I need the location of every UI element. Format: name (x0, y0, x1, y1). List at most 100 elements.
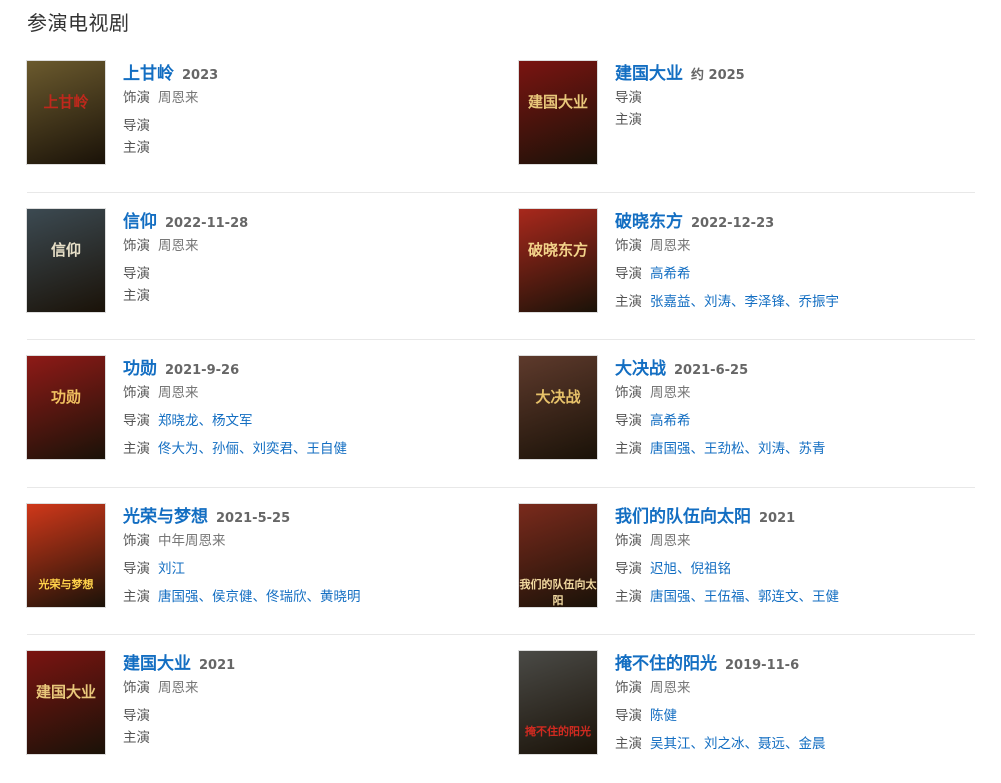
poster-title: 掩不住的阳光 (525, 725, 591, 738)
cast-links[interactable]: 唐国强、侯京健、佟瑞欣、黄晓明 (158, 589, 361, 605)
series-card: 信仰 信仰 2022-11-28 饰演 周恩来 导演 主演 (27, 208, 482, 313)
series-card: 掩不住的阳光 掩不住的阳光 2019-11-6 饰演 周恩来 导演 陈健 主演 吴其江、… (519, 651, 974, 755)
director-label: 导演 (123, 708, 150, 724)
series-poster[interactable]: 建国大业 (27, 651, 105, 754)
cast-label: 主演 (123, 140, 150, 156)
poster-title: 上甘岭 (43, 93, 89, 111)
director-label: 导演 (123, 118, 150, 134)
role-label: 饰演 (615, 237, 642, 254)
series-date: 2021-5-25 (216, 510, 291, 526)
series-card: 功勋 功勋 2021-9-26 饰演 周恩来 导演 郑晓龙、杨文军 主演 佟大为、孙俪、… (27, 356, 482, 460)
series-card: 建国大业 建国大业 2021 饰演 周恩来 导演 主演 (27, 651, 482, 755)
series-date: 约 2025 (691, 68, 745, 83)
cast-label: 主演 (123, 588, 150, 605)
director-link[interactable]: 刘江 (158, 561, 185, 577)
role-label: 饰演 (123, 90, 150, 106)
cast-label: 主演 (123, 730, 150, 746)
series-date: 2021 (199, 658, 236, 673)
cast-links[interactable]: 张嘉益、刘涛、李泽锋、乔振宇 (650, 294, 839, 310)
tv-series-grid: 上甘岭 上甘岭 2023 饰演 周恩来 导演 主演 建国大业 建国大业约 2025 … (27, 45, 975, 783)
series-poster[interactable]: 功勋 (27, 356, 105, 459)
director-label: 导演 (123, 413, 150, 429)
series-title-link[interactable]: 我们的队伍向太阳 (615, 507, 751, 527)
card-row: 光荣与梦想 光荣与梦想 2021-5-25 饰演 中年周恩来 导演 刘江 主演 唐国强、… (27, 488, 975, 635)
series-date: 2023 (182, 68, 219, 83)
series-title-link[interactable]: 功勋 (123, 359, 157, 379)
role-value: 周恩来 (158, 385, 199, 401)
series-title-link[interactable]: 光荣与梦想 (123, 507, 208, 527)
poster-title: 大决战 (535, 388, 581, 406)
series-poster[interactable]: 大决战 (519, 356, 597, 459)
director-label: 导演 (615, 265, 642, 282)
series-title-link[interactable]: 信仰 (123, 212, 157, 232)
poster-title: 我们的队伍向太阳 (519, 577, 597, 607)
director-link[interactable]: 高希希 (650, 413, 691, 429)
series-title-link[interactable]: 掩不住的阳光 (615, 654, 717, 674)
cast-links[interactable]: 吴其江、刘之冰、聂远、金晨 (650, 736, 826, 752)
director-link[interactable]: 陈健 (650, 708, 677, 724)
series-poster[interactable]: 我们的队伍向太阳 (519, 503, 597, 607)
cast-links[interactable]: 佟大为、孙俪、刘奕君、王自健 (158, 441, 347, 457)
cast-label: 主演 (123, 441, 150, 457)
role-value: 周恩来 (650, 385, 691, 401)
director-link[interactable]: 迟旭、倪祖铭 (650, 561, 731, 577)
poster-title: 建国大业 (35, 683, 96, 701)
role-label: 饰演 (123, 532, 150, 549)
series-poster[interactable]: 建国大业 (519, 61, 597, 164)
series-title-link[interactable]: 建国大业 (615, 64, 683, 84)
role-value: 周恩来 (650, 237, 691, 254)
poster-title: 光荣与梦想 (38, 577, 94, 591)
director-label: 导演 (615, 90, 642, 106)
director-link[interactable]: 郑晓龙、杨文军 (158, 413, 253, 429)
role-label: 饰演 (123, 237, 150, 254)
poster-title: 功勋 (50, 388, 81, 406)
role-value: 周恩来 (650, 532, 691, 549)
role-value: 周恩来 (158, 680, 199, 696)
role-label: 饰演 (123, 385, 150, 401)
cast-label: 主演 (123, 287, 150, 304)
card-row: 上甘岭 上甘岭 2023 饰演 周恩来 导演 主演 建国大业 建国大业约 2025 … (27, 45, 975, 193)
cast-label: 主演 (615, 441, 642, 457)
series-card: 光荣与梦想 光荣与梦想 2021-5-25 饰演 中年周恩来 导演 刘江 主演 唐国强、… (27, 503, 482, 608)
series-date: 2021-6-25 (674, 363, 749, 378)
poster-title: 破晓东方 (527, 240, 588, 259)
cast-links[interactable]: 唐国强、王伍福、郭连文、王健 (650, 589, 839, 605)
director-label: 导演 (123, 265, 150, 282)
role-value: 周恩来 (650, 680, 691, 696)
series-card: 建国大业 建国大业约 2025 导演 主演 (519, 61, 974, 165)
series-poster[interactable]: 信仰 (27, 208, 105, 312)
cast-label: 主演 (615, 293, 642, 310)
series-date: 2021-9-26 (165, 363, 240, 378)
cast-label: 主演 (615, 736, 642, 752)
poster-title: 建国大业 (527, 93, 588, 111)
series-card: 破晓东方 破晓东方 2022-12-23 饰演 周恩来 导演 高希希 主演 张嘉益、刘涛… (519, 208, 974, 313)
role-label: 饰演 (615, 532, 642, 549)
series-date: 2022-12-23 (691, 215, 775, 231)
poster-title: 信仰 (50, 240, 81, 259)
cast-label: 主演 (615, 112, 642, 128)
series-poster[interactable]: 上甘岭 (27, 61, 105, 164)
director-link[interactable]: 高希希 (650, 266, 691, 282)
cast-links[interactable]: 唐国强、王劲松、刘涛、苏青 (650, 441, 826, 457)
series-date: 2021 (759, 510, 796, 526)
series-title-link[interactable]: 破晓东方 (615, 212, 683, 232)
director-label: 导演 (615, 708, 642, 724)
role-value: 周恩来 (158, 237, 199, 254)
series-card: 我们的队伍向太阳 我们的队伍向太阳 2021 饰演 周恩来 导演 迟旭、倪祖铭 主演唐… (519, 503, 974, 608)
section-title: 参演电视剧 (27, 11, 130, 35)
series-poster[interactable]: 掩不住的阳光 (519, 651, 597, 754)
series-title-link[interactable]: 上甘岭 (123, 64, 174, 84)
role-label: 饰演 (615, 385, 642, 401)
card-row: 功勋 功勋 2021-9-26 饰演 周恩来 导演 郑晓龙、杨文军 主演 佟大为、孙俪、… (27, 340, 975, 488)
series-poster[interactable]: 破晓东方 (519, 208, 597, 312)
series-title-link[interactable]: 建国大业 (123, 654, 191, 674)
card-row: 建国大业 建国大业 2021 饰演 周恩来 导演 主演 掩不住的阳光 掩不住的阳光 2… (27, 635, 975, 783)
director-label: 导演 (615, 560, 642, 577)
role-label: 饰演 (615, 680, 642, 696)
series-date: 2022-11-28 (165, 215, 249, 231)
series-card: 上甘岭 上甘岭 2023 饰演 周恩来 导演 主演 (27, 61, 482, 165)
card-row: 信仰 信仰 2022-11-28 饰演 周恩来 导演 主演 破晓东方 破晓东方 202… (27, 193, 975, 340)
series-poster[interactable]: 光荣与梦想 (27, 503, 105, 607)
cast-label: 主演 (615, 588, 642, 605)
series-title-link[interactable]: 大决战 (615, 359, 666, 379)
